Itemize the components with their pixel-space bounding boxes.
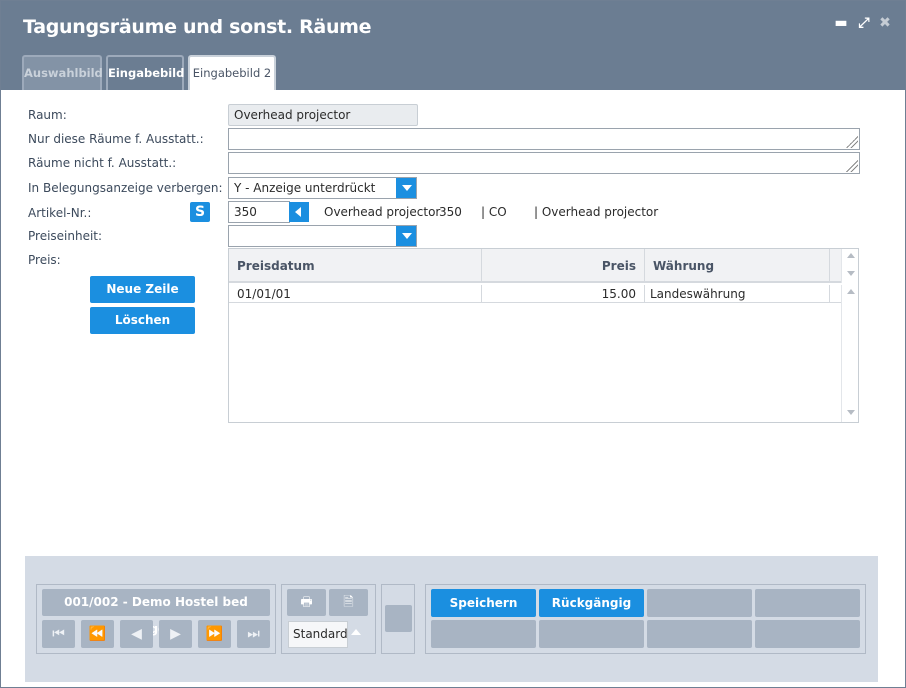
scroll-down-icon[interactable] [847, 410, 855, 415]
column-header-preisdatum[interactable]: Preisdatum [229, 249, 482, 283]
record-indicator: 001/002 - Demo Hostel bed categories [42, 589, 270, 636]
document-icon: 🗎 [343, 595, 354, 610]
action-button-3[interactable] [647, 589, 752, 617]
belegung-label: In Belegungsanzeige verbergen: [28, 181, 223, 195]
artikel-input[interactable]: 350 [228, 201, 290, 223]
layout-select[interactable]: Standardli [288, 621, 348, 648]
artikel-description: Overhead projector [324, 205, 441, 219]
artikel-description-2: | Overhead projector [534, 205, 659, 219]
artikel-value: 350 [234, 205, 257, 219]
artikel-label: Artikel-Nr.: [28, 206, 92, 220]
column-header-preis[interactable]: Preis [482, 249, 645, 283]
chevron-down-icon[interactable] [396, 226, 416, 246]
next-record-button[interactable]: ▶ [159, 620, 192, 648]
price-table: Preisdatum Preis Währung 01/01/01 15.00 … [228, 248, 859, 423]
action-button-8[interactable] [755, 620, 860, 648]
artikel-code: | CO [481, 205, 507, 219]
table-row[interactable]: 01/01/01 15.00 Landeswährung [229, 285, 841, 303]
tab-eingabebild[interactable]: Eingabebild [106, 55, 184, 90]
search-s-button[interactable]: S [190, 202, 210, 222]
column-header-waehrung[interactable]: Währung [645, 249, 830, 283]
artikel-number: 350 [439, 205, 462, 219]
action-button-7[interactable] [647, 620, 752, 648]
speichern-button[interactable]: Speichern [431, 589, 536, 617]
prev-icon: ◀ [131, 626, 142, 642]
raeume-nicht-label: Räume nicht f. Ausstatt.: [28, 156, 177, 170]
raeume-nicht-field[interactable] [228, 152, 860, 174]
print-button[interactable]: 🖶 [287, 589, 326, 616]
export-button[interactable]: 🗎 [329, 589, 368, 616]
minimize-icon[interactable]: ▬ [833, 15, 849, 31]
last-icon: ⏭ [247, 626, 260, 642]
resize-grip-icon[interactable] [846, 160, 858, 172]
nur-diese-raeume-field[interactable] [228, 128, 860, 150]
close-icon[interactable]: ✖ [877, 15, 893, 31]
scroll-up-icon[interactable] [847, 253, 855, 258]
preis-label: Preis: [28, 253, 61, 267]
preiseinheit-select[interactable] [228, 225, 417, 247]
tab-auswahlbild[interactable]: Auswahlbild [22, 55, 103, 90]
belegung-value: Y - Anzeige unterdrückt [234, 181, 376, 195]
rueckgaengig-button[interactable]: Rückgängig [539, 589, 644, 617]
belegung-select[interactable]: Y - Anzeige unterdrückt [228, 177, 417, 199]
rewind-icon: ⏪ [88, 626, 107, 642]
raum-label: Raum: [28, 108, 67, 122]
action-button-4[interactable] [755, 589, 860, 617]
maximize-icon[interactable]: ⤢ [856, 15, 872, 31]
cell-preisdatum: 01/01/01 [229, 285, 482, 303]
chevron-left-icon[interactable] [289, 202, 309, 222]
chevron-down-icon[interactable] [396, 178, 416, 198]
loeschen-button[interactable]: Löschen [90, 307, 195, 334]
neue-zeile-button[interactable]: Neue Zeile [90, 276, 195, 303]
header-scrollbar[interactable] [841, 249, 858, 283]
table-scrollbar[interactable] [841, 285, 858, 422]
title-bar: Tagungsräume und sonst. Räume ▬ ⤢ ✖ Ausw… [1, 1, 905, 90]
preiseinheit-label: Preiseinheit: [28, 229, 103, 243]
action-button-6[interactable] [539, 620, 644, 648]
chevron-up-icon[interactable] [351, 629, 361, 635]
first-record-button[interactable]: ⏮ [42, 620, 75, 648]
next-page-button[interactable]: ⏩ [198, 620, 231, 648]
tab-eingabebild-2[interactable]: Eingabebild 2 [188, 55, 276, 90]
action-button-5[interactable] [431, 620, 536, 648]
nur-diese-raeume-label: Nur diese Räume f. Ausstatt.: [28, 132, 204, 146]
misc-button[interactable] [385, 605, 412, 632]
raum-field: Overhead projector [228, 104, 418, 126]
prev-page-button[interactable]: ⏪ [81, 620, 114, 648]
scroll-down-icon[interactable] [847, 271, 855, 276]
window: Tagungsräume und sonst. Räume ▬ ⤢ ✖ Ausw… [0, 0, 906, 688]
prev-record-button[interactable]: ◀ [120, 620, 153, 648]
fast-forward-icon: ⏩ [205, 626, 224, 642]
resize-grip-icon[interactable] [846, 136, 858, 148]
first-icon: ⏮ [52, 626, 65, 642]
window-title: Tagungsräume und sonst. Räume [23, 16, 372, 38]
last-record-button[interactable]: ⏭ [237, 620, 270, 648]
next-icon: ▶ [170, 626, 181, 642]
cell-waehrung: Landeswährung [645, 285, 830, 303]
cell-preis: 15.00 [482, 285, 645, 303]
scroll-up-icon[interactable] [847, 289, 855, 294]
printer-icon: 🖶 [300, 595, 313, 610]
table-header: Preisdatum Preis Währung [229, 249, 841, 283]
